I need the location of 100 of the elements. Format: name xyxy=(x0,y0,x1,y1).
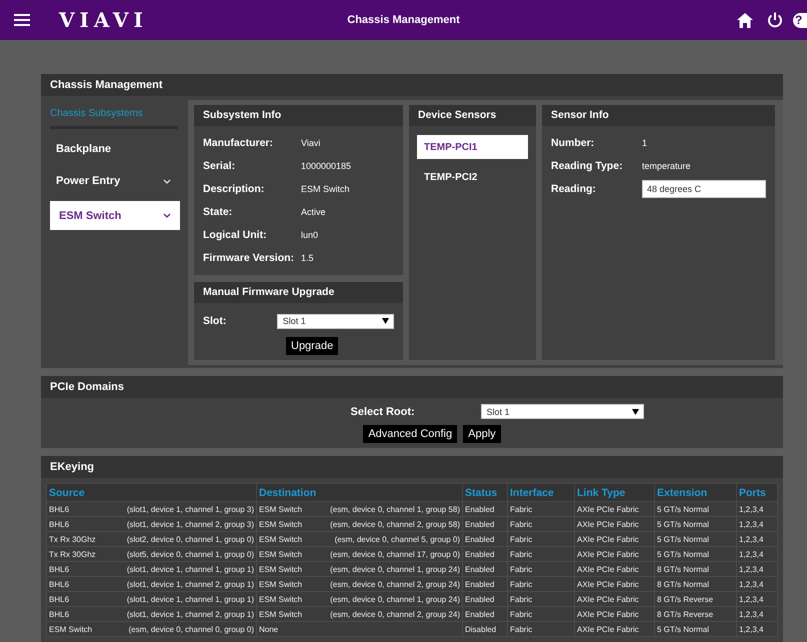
field-label: Logical Unit: xyxy=(203,229,268,241)
table-cell: (esm, device 0, channel 1, group 24) xyxy=(330,564,460,574)
table-cell: 8 GT/s Normal xyxy=(654,562,736,576)
panel-title: EKeying xyxy=(41,456,783,478)
field-label: Reading: xyxy=(551,183,597,195)
table-cell: 8 GT/s Normal xyxy=(654,576,736,592)
field-label: Firmware Version: xyxy=(203,252,296,264)
table-cell: Tx Rx 30Ghz xyxy=(49,534,96,544)
table-cell: 1,2,3,4 xyxy=(736,576,778,592)
table-cell: AXIe PCIe Fabric xyxy=(574,562,654,576)
table-cell: 5 GT/s Normal xyxy=(654,532,736,546)
nav-heading: Chassis Subsystems xyxy=(50,108,144,119)
table-cell: (esm, device 0, channel 1, group 24) xyxy=(330,594,460,604)
nav-item[interactable]: Backplane xyxy=(50,133,180,165)
field-label: Serial: xyxy=(203,160,236,172)
column-header: Destination xyxy=(256,484,462,502)
window-title: Chassis Management xyxy=(347,14,460,26)
table-cell: 1,2,3,4 xyxy=(736,532,778,546)
power-icon[interactable] xyxy=(767,12,783,28)
table-cell: (slot1, device 1, channel 2, group 1) xyxy=(126,580,254,588)
table-cell: ESM Switch xyxy=(259,594,302,604)
table-cell: 1,2,3,4 xyxy=(736,622,778,636)
table-cell: Enabled xyxy=(462,562,508,576)
dropdown-arrow-icon xyxy=(382,318,389,324)
table-cell: Fabric xyxy=(508,532,574,546)
dropdown-arrow-icon xyxy=(632,408,638,414)
help-button[interactable]: ? xyxy=(793,12,807,28)
action-button[interactable]: Apply xyxy=(463,425,501,443)
table-cell: BHL6 xyxy=(49,564,70,574)
table-cell: Fabric xyxy=(508,592,574,606)
table-cell: Fabric xyxy=(508,576,574,592)
table-cell: ESM Switch xyxy=(259,564,302,574)
table-cell: Fabric xyxy=(508,606,574,622)
menu-icon[interactable] xyxy=(14,14,30,26)
table-cell: (esm, device 0, channel 2, group 24) xyxy=(330,580,460,588)
table-cell: (esm, device 0, channel 1, group 58) xyxy=(330,504,460,514)
table-cell: BHL6 xyxy=(49,610,70,618)
field-value: Viavi xyxy=(301,138,320,148)
home-icon[interactable] xyxy=(737,12,753,28)
reading-field[interactable]: 48 degrees C xyxy=(642,180,766,198)
table-cell: (esm, device 0, channel 0, group 0) xyxy=(128,624,254,634)
field-value: lun0 xyxy=(301,230,318,240)
table-cell: Fabric xyxy=(508,502,574,516)
table-cell: 1,2,3,4 xyxy=(736,606,778,622)
root-dropdown[interactable]: Slot 1 xyxy=(480,404,644,419)
panel-title: PCIe Domains xyxy=(41,376,783,398)
table-cell: ESM Switch xyxy=(259,504,302,514)
column-header: Source xyxy=(46,484,256,502)
table-cell: ESM Switch xyxy=(259,580,302,588)
table-cell: (esm, device 0, channel 17, group 0) xyxy=(330,550,460,558)
upgrade-button[interactable]: Upgrade xyxy=(286,337,338,355)
column-header: Interface xyxy=(508,484,574,502)
field-value: ESM Switch xyxy=(301,184,350,194)
table-cell: (slot2, device 0, channel 1, group 0) xyxy=(126,534,254,544)
table-cell: 8 GT/s Reverse xyxy=(654,606,736,622)
table-cell: BHL6 xyxy=(49,580,70,588)
table-cell: ESM Switch xyxy=(49,624,92,634)
table-cell: 5 GT/s Normal xyxy=(654,622,736,636)
table-cell: ESM Switch xyxy=(259,520,302,528)
field-label: Description: xyxy=(203,183,266,195)
table-cell: Enabled xyxy=(462,502,508,516)
field-value: 1000000185 xyxy=(301,161,352,171)
table-cell: Fabric xyxy=(508,562,574,576)
sensor-item[interactable]: TEMP-PCI2 xyxy=(417,165,528,189)
table-cell: AXIe PCIe Fabric xyxy=(574,516,654,532)
table-cell: AXIe PCIe Fabric xyxy=(574,576,654,592)
table-cell: Fabric xyxy=(508,546,574,562)
table-cell: ESM Switch xyxy=(259,534,302,544)
nav-item[interactable]: Power Entry xyxy=(50,165,180,197)
table-cell: 8 GT/s Reverse xyxy=(654,592,736,606)
field-value: Active xyxy=(301,207,326,217)
panel-title: Device Sensors xyxy=(409,105,536,126)
table-cell: (esm, device 0, channel 5, group 0) xyxy=(334,534,460,544)
field-label: Select Root: xyxy=(350,406,416,418)
panel-title: Manual Firmware Upgrade xyxy=(194,282,403,303)
table-cell: Enabled xyxy=(462,606,508,622)
field-label: Manufacturer: xyxy=(203,137,274,149)
panel-title: Sensor Info xyxy=(542,105,775,126)
table-cell: BHL6 xyxy=(49,504,70,514)
table-cell: Enabled xyxy=(462,576,508,592)
slot-dropdown[interactable]: Slot 1 xyxy=(276,314,394,328)
sensor-item[interactable]: TEMP-PCI1 xyxy=(417,135,528,159)
table-cell: 5 GT/s Normal xyxy=(654,516,736,532)
action-button[interactable]: Advanced Config xyxy=(363,425,458,443)
field-label: Number: xyxy=(551,137,596,149)
table-cell: (slot1, device 1, channel 1, group 3) xyxy=(126,504,254,514)
table-cell: Fabric xyxy=(508,516,574,532)
table-cell: Fabric xyxy=(508,622,574,636)
field-label: Reading Type: xyxy=(551,160,624,172)
table-cell: Disabled xyxy=(462,622,508,636)
table-cell: AXIe PCIe Fabric xyxy=(574,592,654,606)
logo: VIAVI xyxy=(59,8,148,32)
field-value: temperature xyxy=(642,161,691,171)
table-cell: (slot1, device 1, channel 2, group 3) xyxy=(126,520,254,528)
table-cell: AXIe PCIe Fabric xyxy=(574,622,654,636)
nav-item[interactable]: ESM Switch xyxy=(50,201,180,230)
table-cell: 1,2,3,4 xyxy=(736,546,778,562)
table-cell: (esm, device 0, channel 2, group 24) xyxy=(330,610,460,618)
table-cell: 1,2,3,4 xyxy=(736,562,778,576)
field-value: 1 xyxy=(642,138,648,148)
